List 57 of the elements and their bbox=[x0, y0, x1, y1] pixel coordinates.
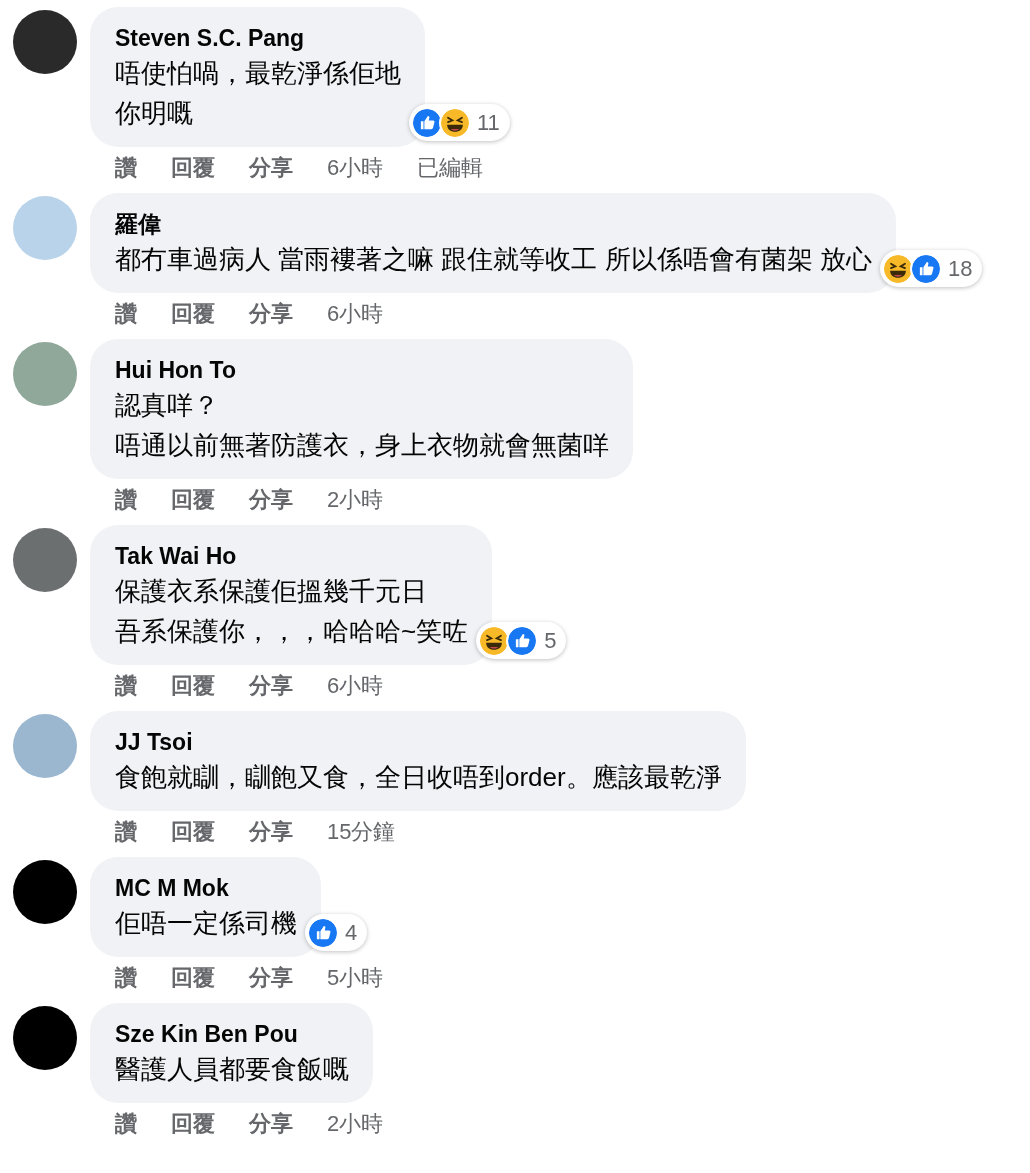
comment-text: 都冇車過病人 當雨褸著之嘛 跟住就等收工 所以係唔會有菌架 放心 bbox=[115, 243, 872, 276]
reaction-summary[interactable]: 18 bbox=[879, 250, 983, 287]
timestamp[interactable]: 2小時 bbox=[327, 482, 384, 516]
laughing-face-icon bbox=[439, 106, 471, 139]
reply-button[interactable]: 回覆 bbox=[171, 296, 215, 330]
reply-button[interactable]: 回覆 bbox=[171, 668, 215, 702]
share-button[interactable]: 分享 bbox=[249, 150, 293, 184]
share-button[interactable]: 分享 bbox=[249, 814, 293, 848]
edited-label[interactable]: 已編輯 bbox=[417, 150, 484, 184]
reply-button[interactable]: 回覆 bbox=[171, 814, 215, 848]
comment-text: 唔使怕喎，最乾淨係佢地 你明嘅 bbox=[115, 57, 401, 130]
comment-text: 醫護人員都要食飯嘅 bbox=[115, 1053, 349, 1086]
reaction-count: 5 bbox=[544, 627, 557, 655]
reaction-count: 18 bbox=[947, 255, 973, 283]
reply-button[interactable]: 回覆 bbox=[171, 1106, 215, 1140]
like-reaction-icon bbox=[909, 252, 942, 285]
comment-text: 保護衣系保護佢搵幾千元日 吾系保護你，，，哈哈哈~笑咗 bbox=[115, 575, 469, 648]
like-button[interactable]: 讚 bbox=[115, 296, 137, 330]
reaction-summary[interactable]: 4 bbox=[305, 914, 368, 951]
reply-button[interactable]: 回覆 bbox=[171, 150, 215, 184]
share-button[interactable]: 分享 bbox=[249, 296, 293, 330]
timestamp[interactable]: 5小時 bbox=[327, 960, 384, 994]
commenter-name[interactable]: 羅偉 bbox=[115, 209, 872, 239]
timestamp[interactable]: 6小時 bbox=[327, 150, 384, 184]
commenter-name[interactable]: MC M Mok bbox=[115, 873, 297, 903]
comment-text: 食飽就瞓，瞓飽又食，全日收唔到order。應該最乾淨 bbox=[115, 761, 722, 794]
commenter-name[interactable]: JJ Tsoi bbox=[115, 727, 722, 757]
reply-button[interactable]: 回覆 bbox=[171, 482, 215, 516]
reaction-count: 4 bbox=[345, 919, 358, 947]
commenter-name[interactable]: Sze Kin Ben Pou bbox=[115, 1019, 349, 1049]
share-button[interactable]: 分享 bbox=[249, 482, 293, 516]
comment-text: 佢唔一定係司機 bbox=[115, 907, 297, 940]
timestamp[interactable]: 6小時 bbox=[327, 296, 384, 330]
share-button[interactable]: 分享 bbox=[249, 960, 293, 994]
like-button[interactable]: 讚 bbox=[115, 814, 137, 848]
like-button[interactable]: 讚 bbox=[115, 960, 137, 994]
like-button[interactable]: 讚 bbox=[115, 668, 137, 702]
like-button[interactable]: 讚 bbox=[115, 482, 137, 516]
commenter-name[interactable]: Tak Wai Ho bbox=[115, 541, 469, 571]
timestamp[interactable]: 2小時 bbox=[327, 1106, 384, 1140]
commenter-name[interactable]: Steven S.C. Pang bbox=[115, 23, 401, 53]
like-reaction-icon bbox=[411, 106, 443, 139]
reply-button[interactable]: 回覆 bbox=[171, 960, 215, 994]
comment-text: 認真咩？ 唔通以前無著防護衣，身上衣物就會無菌咩 bbox=[115, 389, 609, 462]
reaction-summary[interactable]: 5 bbox=[476, 622, 567, 659]
like-reaction-icon bbox=[307, 916, 339, 949]
like-button[interactable]: 讚 bbox=[115, 150, 137, 184]
timestamp[interactable]: 15分鐘 bbox=[327, 814, 396, 848]
reaction-count: 11 bbox=[477, 109, 500, 137]
timestamp[interactable]: 6小時 bbox=[327, 668, 384, 702]
commenter-name[interactable]: Hui Hon To bbox=[115, 355, 609, 385]
share-button[interactable]: 分享 bbox=[249, 1106, 293, 1140]
laughing-face-icon bbox=[881, 252, 914, 285]
like-button[interactable]: 讚 bbox=[115, 1106, 137, 1140]
share-button[interactable]: 分享 bbox=[249, 668, 293, 702]
reaction-summary[interactable]: 11 bbox=[409, 104, 510, 141]
like-reaction-icon bbox=[506, 624, 539, 657]
